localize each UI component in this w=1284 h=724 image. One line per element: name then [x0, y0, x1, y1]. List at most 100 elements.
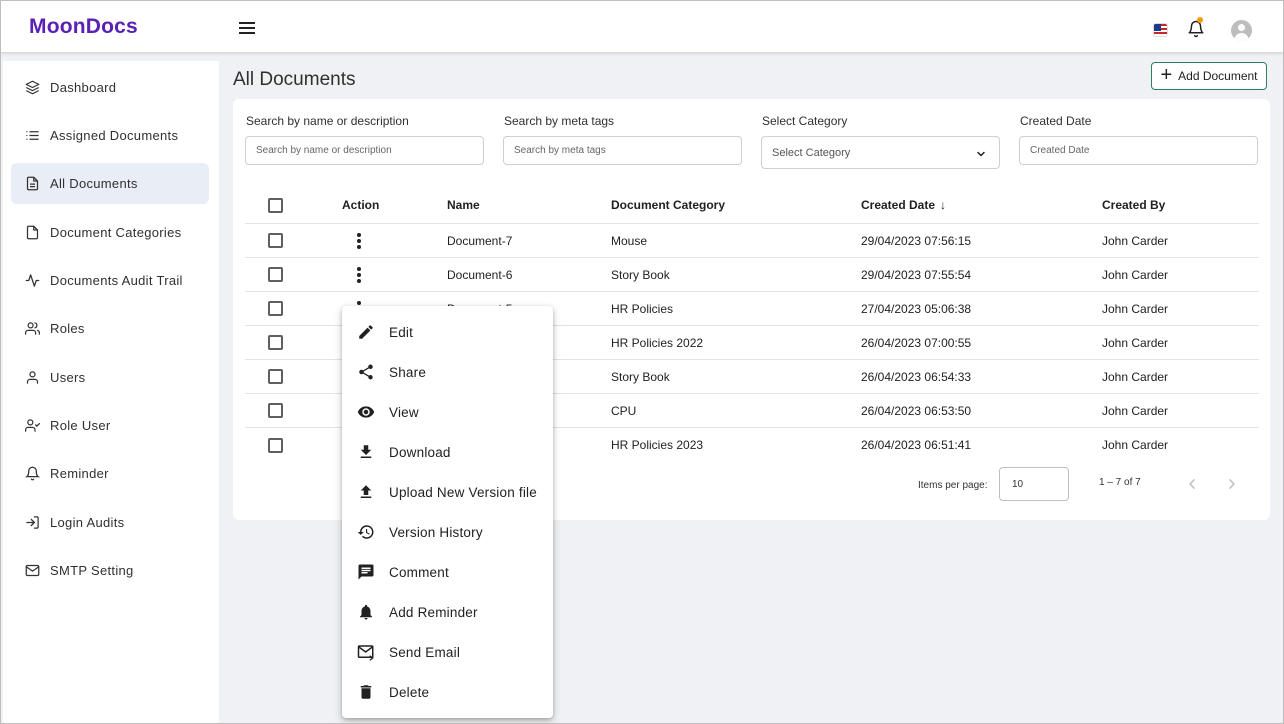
menu-item-label: Comment [389, 564, 449, 580]
sidebar-item-label: Users [50, 370, 86, 385]
category-select[interactable]: Select Category [761, 136, 1000, 169]
menu-item-label: Upload New Version file [389, 484, 537, 500]
created-by: John Carder [1102, 335, 1169, 350]
row-checkbox[interactable] [268, 403, 283, 418]
user-avatar-icon[interactable] [1231, 20, 1252, 41]
page-title: All Documents [233, 69, 356, 90]
menu-item-download[interactable]: Download [342, 432, 553, 472]
column-header-created-by[interactable]: Created By [1102, 187, 1165, 223]
notification-dot [1197, 17, 1203, 23]
created-by: John Carder [1102, 267, 1169, 282]
app-window: MoonDocs Dashboard Assigned Documents Al… [0, 0, 1284, 724]
sidebar: Dashboard Assigned Documents All Documen… [3, 61, 219, 723]
document-category: HR Policies [611, 301, 674, 316]
created-date: 26/04/2023 07:00:55 [861, 335, 972, 350]
menu-item-label: Share [389, 364, 427, 380]
download-icon [360, 445, 372, 458]
menu-item-add-reminder[interactable]: Add Reminder [342, 592, 553, 632]
search-name-label: Search by name or description [246, 114, 409, 128]
sidebar-item-label: Assigned Documents [50, 128, 179, 143]
items-per-page-select[interactable] [999, 467, 1069, 501]
search-meta-input[interactable] [503, 136, 742, 165]
menu-item-edit[interactable]: Edit [342, 312, 553, 352]
menu-item-upload-new-version[interactable]: Upload New Version file [342, 472, 553, 512]
menu-toggle-icon[interactable] [239, 22, 255, 34]
column-header-created-date[interactable]: Created Date ↓ [861, 187, 946, 223]
document-category: Story Book [611, 369, 670, 384]
sidebar-item-document-categories[interactable]: Document Categories [11, 212, 209, 253]
trash-icon [360, 685, 372, 699]
previous-page-icon[interactable] [1184, 475, 1200, 493]
sidebar-item-login-audits[interactable]: Login Audits [11, 502, 209, 543]
created-by: John Carder [1102, 403, 1169, 418]
row-actions-icon[interactable] [352, 232, 366, 250]
add-document-label: Add Document [1178, 69, 1258, 83]
sidebar-item-users[interactable]: Users [11, 357, 209, 398]
menu-item-label: Edit [389, 324, 414, 340]
sidebar-item-label: Document Categories [50, 225, 182, 240]
sidebar-item-label: SMTP Setting [50, 563, 134, 578]
select-all-checkbox[interactable] [268, 197, 283, 213]
row-checkbox[interactable] [268, 233, 283, 248]
menu-item-version-history[interactable]: Version History [342, 512, 553, 552]
table-header: Action Name Document Category Created Da… [245, 187, 1259, 224]
sidebar-item-label: Dashboard [50, 80, 117, 95]
menu-item-label: Send Email [389, 644, 461, 660]
column-header-category[interactable]: Document Category [611, 187, 725, 223]
paginator: Items per page: 1 – 7 of 7 [1, 467, 1283, 501]
login-icon [26, 516, 39, 529]
document-name: Document-6 [447, 267, 513, 282]
sidebar-item-label: Role User [50, 418, 111, 433]
send-email-icon [357, 645, 374, 661]
notification-bell-icon[interactable] [1187, 19, 1205, 39]
page-range-label: 1 – 7 of 7 [1099, 477, 1141, 488]
category-label: Select Category [762, 114, 848, 128]
menu-item-label: View [389, 404, 419, 420]
document-category: HR Policies 2022 [611, 335, 704, 350]
menu-item-view[interactable]: View [342, 392, 553, 432]
search-meta-label: Search by meta tags [504, 114, 615, 128]
search-name-input[interactable] [245, 136, 484, 165]
document-category: HR Policies 2023 [611, 438, 704, 452]
upload-icon [360, 485, 372, 498]
add-document-button[interactable]: + Add Document [1151, 62, 1267, 90]
table-row[interactable]: Document-6 Story Book 29/04/2023 07:55:5… [245, 258, 1259, 292]
sidebar-item-smtp-setting[interactable]: SMTP Setting [11, 550, 209, 591]
table-row[interactable]: Document-7 Mouse 29/04/2023 07:56:15 Joh… [245, 224, 1259, 258]
sidebar-item-role-user[interactable]: Role User [11, 405, 209, 446]
menu-item-send-email[interactable]: Send Email [342, 632, 553, 672]
layers-icon [25, 80, 40, 95]
sidebar-item-documents-audit-trail[interactable]: Documents Audit Trail [11, 260, 209, 301]
us-flag-icon[interactable] [1153, 23, 1168, 37]
users-icon [25, 322, 40, 335]
menu-item-delete[interactable]: Delete [342, 672, 553, 712]
app-logo[interactable]: MoonDocs [29, 15, 138, 39]
row-actions-icon[interactable] [352, 266, 366, 284]
chevron-down-icon [977, 151, 985, 157]
created-by: John Carder [1102, 369, 1169, 384]
sidebar-item-dashboard[interactable]: Dashboard [11, 67, 209, 108]
created-date-input[interactable] [1019, 136, 1258, 165]
next-page-icon[interactable] [1224, 475, 1240, 493]
row-checkbox[interactable] [268, 335, 283, 350]
sidebar-item-assigned-documents[interactable]: Assigned Documents [11, 115, 209, 156]
menu-item-label: Download [389, 444, 451, 460]
created-by: John Carder [1102, 438, 1169, 452]
sidebar-item-all-documents[interactable]: All Documents [11, 163, 209, 204]
column-header-name[interactable]: Name [447, 187, 480, 223]
menu-item-label: Add Reminder [389, 604, 478, 620]
row-checkbox[interactable] [268, 301, 283, 316]
document-category: CPU [611, 403, 637, 418]
document-outline-icon [26, 225, 39, 240]
menu-item-comment[interactable]: Comment [342, 552, 553, 592]
items-per-page-label: Items per page: [918, 480, 988, 491]
sidebar-item-roles[interactable]: Roles [11, 308, 209, 349]
row-checkbox[interactable] [268, 437, 283, 453]
menu-item-share[interactable]: Share [342, 352, 553, 392]
document-category: Mouse [611, 233, 648, 248]
row-checkbox[interactable] [268, 369, 283, 384]
list-icon [26, 131, 39, 140]
row-checkbox[interactable] [268, 267, 283, 282]
sidebar-item-label: Login Audits [50, 515, 125, 530]
plus-icon: + [1160, 64, 1173, 86]
